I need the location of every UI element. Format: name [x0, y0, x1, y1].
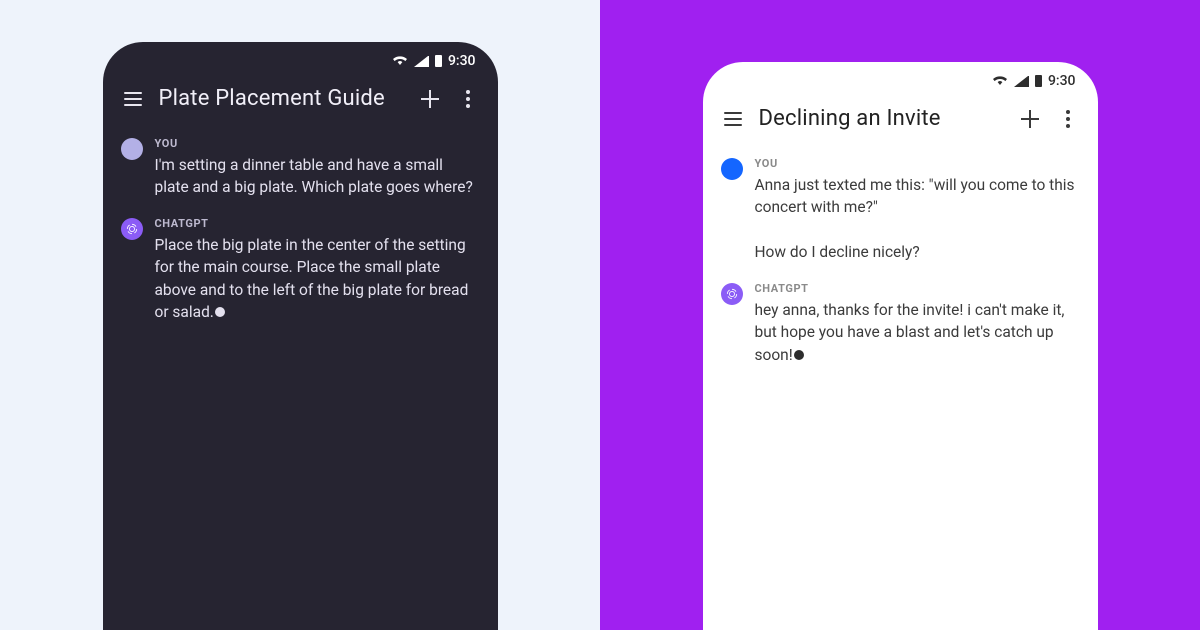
wifi-icon: [992, 73, 1008, 89]
phone-light: 9:30 Declining an Invite YOU Anna just t…: [703, 62, 1098, 630]
assistant-avatar: [721, 283, 743, 305]
user-avatar: [121, 138, 143, 160]
menu-icon[interactable]: [121, 87, 145, 111]
message-assistant: CHATGPT hey anna, thanks for the invite!…: [721, 282, 1080, 366]
message-text: hey anna, thanks for the invite! i can't…: [755, 299, 1080, 366]
plus-icon: [1021, 110, 1039, 128]
menu-icon[interactable]: [721, 107, 745, 131]
sender-label: YOU: [155, 137, 480, 150]
message-text: Place the big plate in the center of the…: [155, 234, 480, 324]
new-chat-button[interactable]: [418, 87, 442, 111]
plus-icon: [421, 90, 439, 108]
user-avatar: [721, 158, 743, 180]
sender-label: CHATGPT: [155, 217, 480, 230]
message-user: YOU I'm setting a dinner table and have …: [121, 137, 480, 199]
app-bar: Declining an Invite: [703, 92, 1098, 141]
message-text: Anna just texted me this: "will you come…: [755, 174, 1080, 264]
stage: 9:30 Plate Placement Guide YOU I'm setti…: [0, 0, 1200, 630]
phone-dark: 9:30 Plate Placement Guide YOU I'm setti…: [103, 42, 498, 630]
conversation-title: Plate Placement Guide: [159, 86, 404, 111]
typing-cursor-icon: [794, 350, 804, 360]
message-assistant: CHATGPT Place the big plate in the cente…: [121, 217, 480, 324]
typing-cursor-icon: [215, 307, 225, 317]
message-text: I'm setting a dinner table and have a sm…: [155, 154, 480, 199]
sender-label: CHATGPT: [755, 282, 1080, 295]
cellular-icon: [414, 55, 429, 67]
chat-scroll[interactable]: YOU I'm setting a dinner table and have …: [103, 121, 498, 324]
status-bar: 9:30: [703, 62, 1098, 92]
overflow-menu-button[interactable]: [456, 87, 480, 111]
battery-icon: [435, 55, 442, 67]
app-bar: Plate Placement Guide: [103, 72, 498, 121]
cellular-icon: [1014, 75, 1029, 87]
left-panel: 9:30 Plate Placement Guide YOU I'm setti…: [0, 0, 600, 630]
status-time: 9:30: [448, 53, 476, 69]
status-time: 9:30: [1048, 73, 1076, 89]
new-chat-button[interactable]: [1018, 107, 1042, 131]
message-user: YOU Anna just texted me this: "will you …: [721, 157, 1080, 264]
right-panel: 9:30 Declining an Invite YOU Anna just t…: [600, 0, 1200, 630]
assistant-text: Place the big plate in the center of the…: [155, 236, 469, 321]
status-bar: 9:30: [103, 42, 498, 72]
assistant-avatar: [121, 218, 143, 240]
battery-icon: [1035, 75, 1042, 87]
overflow-menu-button[interactable]: [1056, 107, 1080, 131]
wifi-icon: [392, 53, 408, 69]
conversation-title: Declining an Invite: [759, 106, 1004, 131]
chat-scroll[interactable]: YOU Anna just texted me this: "will you …: [703, 141, 1098, 366]
sender-label: YOU: [755, 157, 1080, 170]
